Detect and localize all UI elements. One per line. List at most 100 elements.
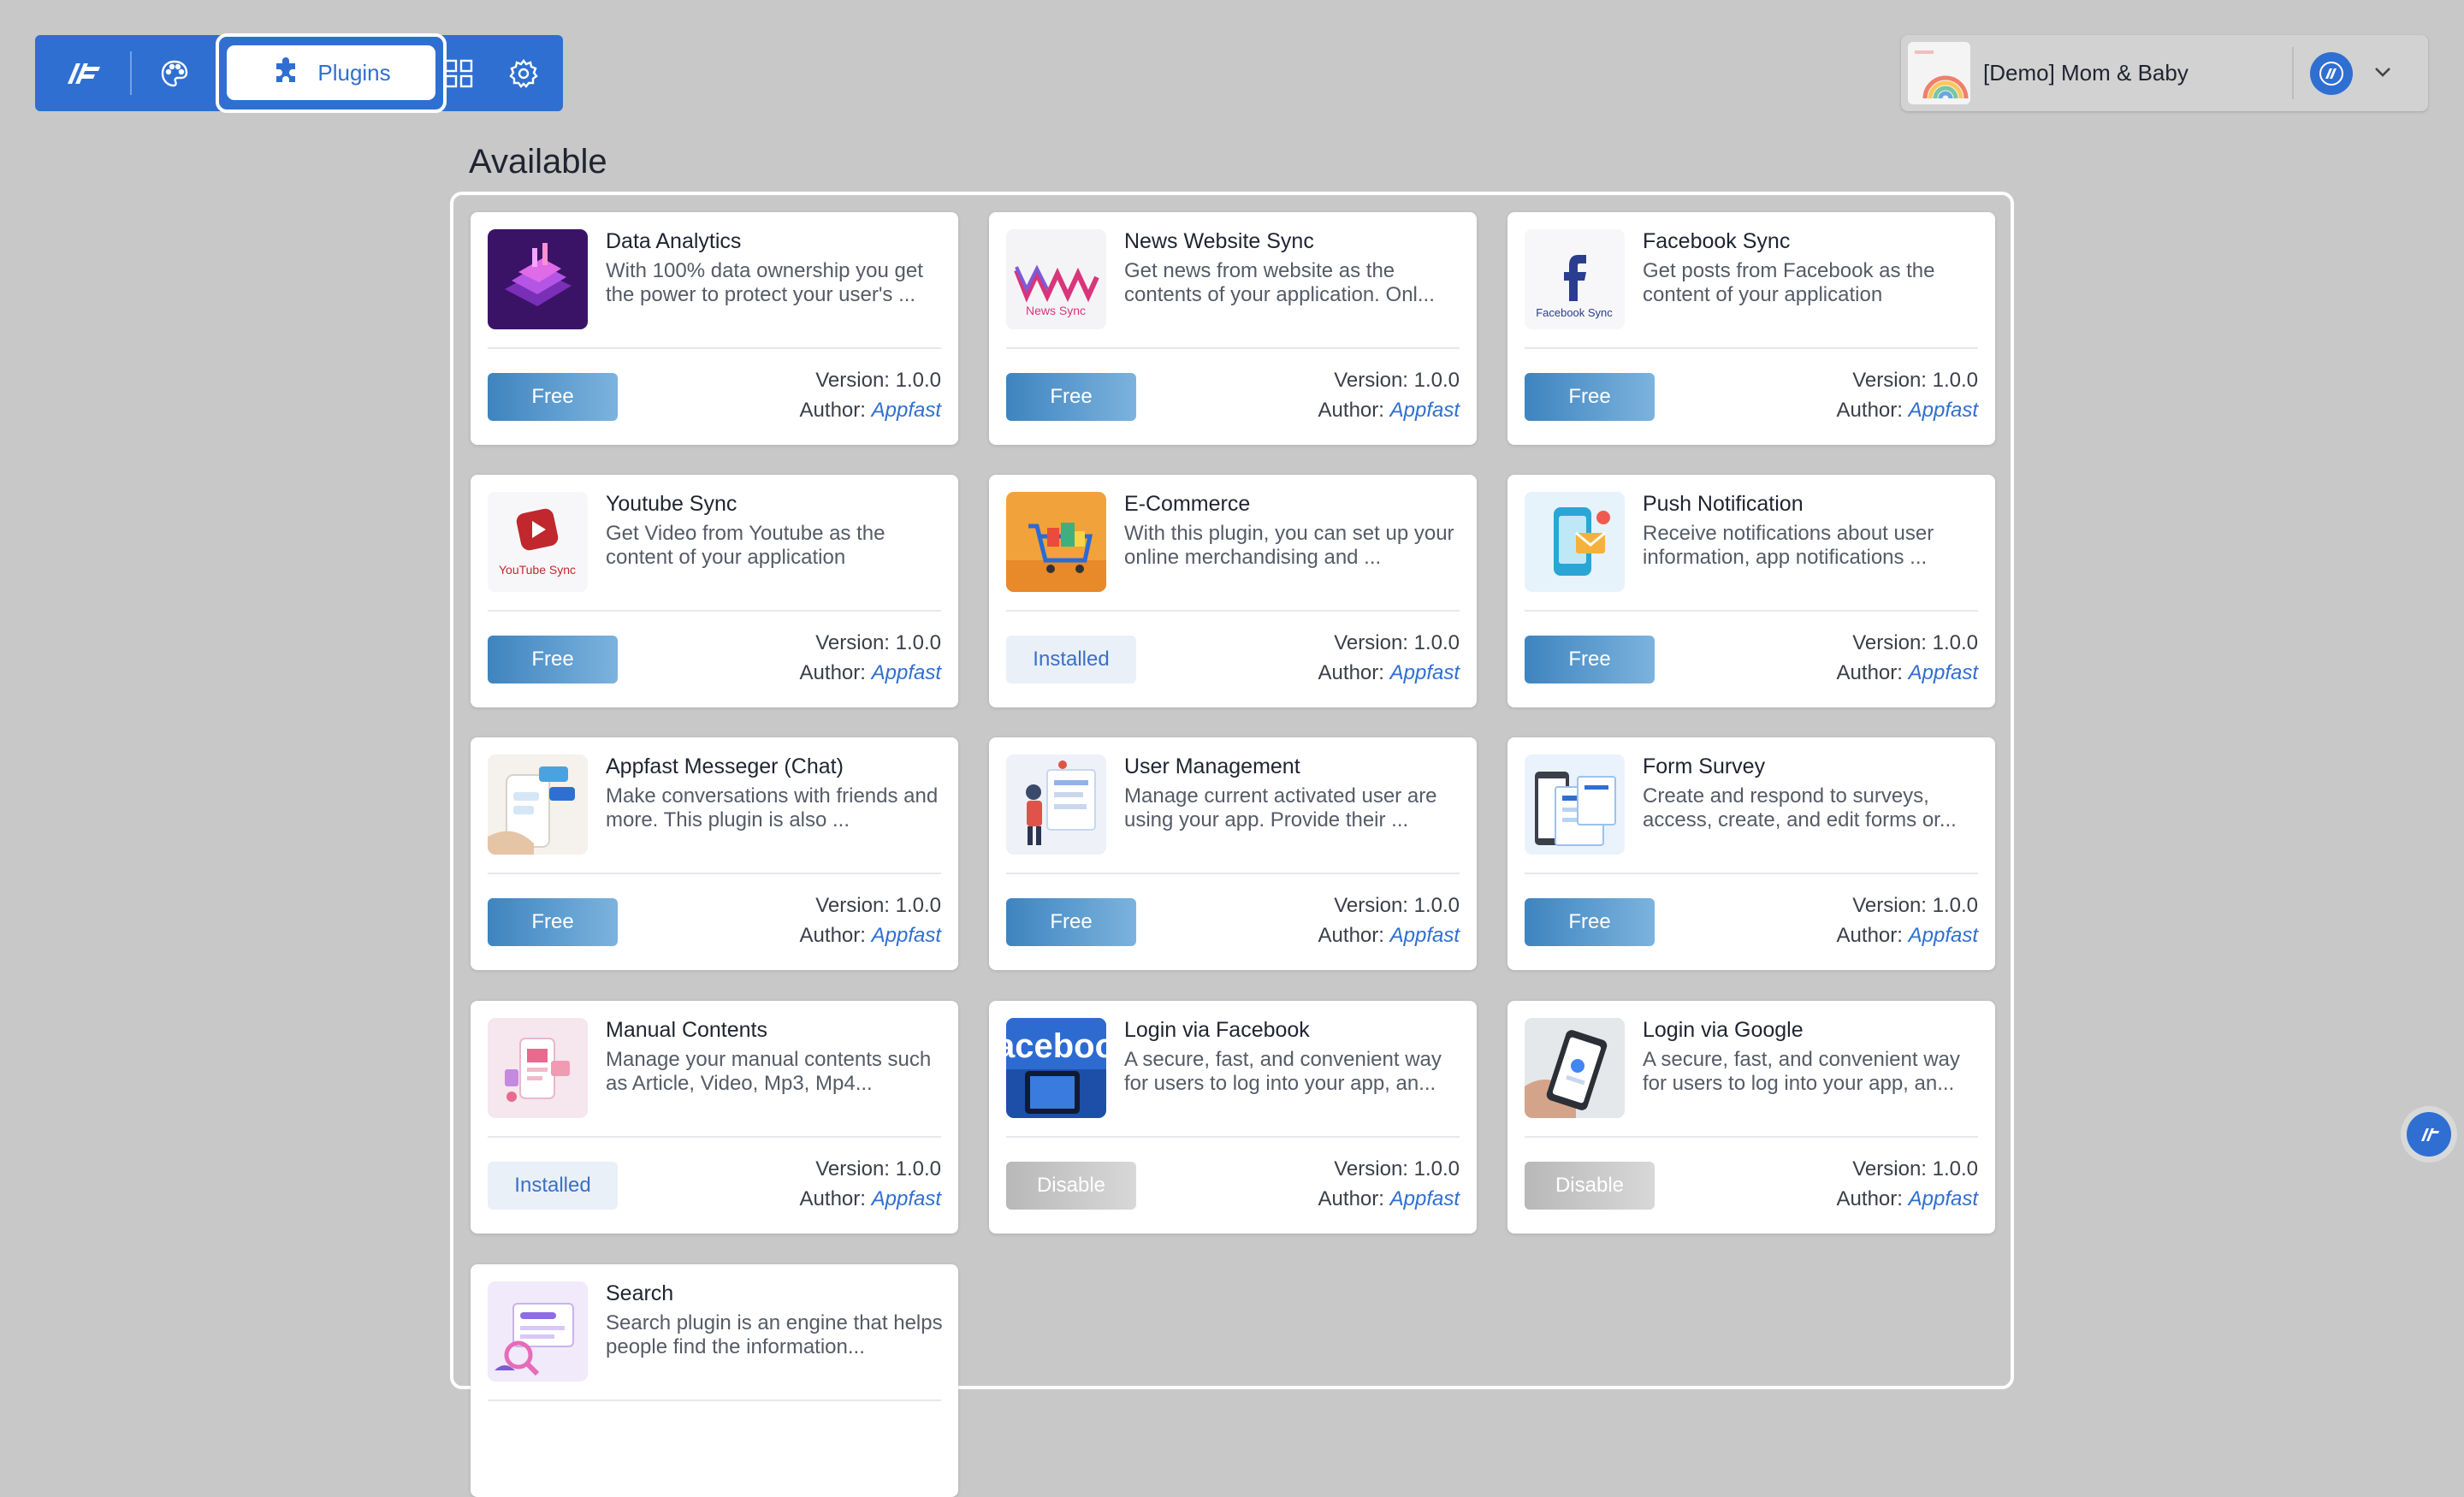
card-divider xyxy=(1525,347,1978,349)
author-link[interactable]: Appfast xyxy=(1390,399,1460,422)
author-link[interactable]: Appfast xyxy=(872,924,941,947)
author-label: Author: xyxy=(1318,399,1384,422)
plugin-author: Author: Appfast xyxy=(1318,924,1460,948)
palette-icon[interactable] xyxy=(146,35,203,111)
plugins-tab-label: Plugins xyxy=(317,59,391,86)
plugin-version: Version: 1.0.0 xyxy=(1334,631,1460,654)
author-label: Author: xyxy=(799,399,866,422)
author-link[interactable]: Appfast xyxy=(872,399,941,422)
plugin-action-button[interactable]: Free xyxy=(488,636,618,683)
plugin-description: Manage current activated user are using … xyxy=(1124,784,1437,831)
plugin-card[interactable]: Login via Google A secure, fast, and conv… xyxy=(1507,1001,1995,1234)
plugin-card[interactable]: Search Search plugin is an engine that he… xyxy=(471,1264,958,1497)
plugin-version: Version: 1.0.0 xyxy=(815,369,941,392)
plugin-author: Author: Appfast xyxy=(1318,1187,1460,1211)
plugin-title: Facebook Sync xyxy=(1643,229,1791,253)
plugin-action-button[interactable]: Free xyxy=(1525,898,1655,946)
plugin-title: Login via Google xyxy=(1643,1018,1804,1042)
avatar[interactable] xyxy=(2310,52,2353,95)
plugin-card[interactable]: Facebook Sync Facebook Sync Get posts from… xyxy=(1507,212,1995,445)
news-sync-icon: News Sync xyxy=(1006,229,1106,329)
plugin-card[interactable]: News Sync News Website Sync Get news from … xyxy=(989,212,1477,445)
plugin-card[interactable]: aceboo Login via Facebook A secure, fast, … xyxy=(989,1001,1477,1234)
author-link[interactable]: Appfast xyxy=(1909,924,1978,947)
push-notification-icon xyxy=(1525,492,1625,592)
toolbar-divider xyxy=(130,51,132,95)
plugin-title: News Website Sync xyxy=(1124,229,1314,253)
author-link[interactable]: Appfast xyxy=(872,661,941,684)
help-chat-button[interactable] xyxy=(2401,1106,2457,1163)
facebook-sync-icon: Facebook Sync xyxy=(1525,229,1625,329)
plugin-version: Version: 1.0.0 xyxy=(1852,894,1978,917)
author-link[interactable]: Appfast xyxy=(1390,661,1460,684)
plugin-action-button[interactable]: Free xyxy=(1525,373,1655,421)
plugin-title: Manual Contents xyxy=(606,1018,768,1042)
plugin-card[interactable]: Form Survey Create and respond to surveys… xyxy=(1507,737,1995,970)
card-divider xyxy=(1006,610,1460,612)
plugin-title: User Management xyxy=(1124,754,1300,778)
plugin-description: Get news from website as the contents of… xyxy=(1124,259,1435,306)
card-divider xyxy=(488,1399,941,1401)
author-label: Author: xyxy=(1836,924,1903,947)
plugin-author: Author: Appfast xyxy=(1318,399,1460,423)
plugin-action-button[interactable]: Installed xyxy=(1006,636,1136,683)
plugin-description: Get Video from Youtube as the content of… xyxy=(606,522,886,569)
facebook-login-icon: aceboo xyxy=(1006,1018,1106,1118)
google-login-icon xyxy=(1525,1018,1625,1118)
plugin-card[interactable]: Push Notification Receive notifications a… xyxy=(1507,475,1995,707)
card-divider xyxy=(488,610,941,612)
plugin-card[interactable]: User Management Manage current activated … xyxy=(989,737,1477,970)
plugin-description: A secure, fast, and convenient way for u… xyxy=(1124,1048,1442,1095)
svg-text:Facebook Sync: Facebook Sync xyxy=(1536,306,1613,319)
author-link[interactable]: Appfast xyxy=(1390,924,1460,947)
plugin-description: Manage your manual contents such as Arti… xyxy=(606,1048,932,1095)
plugin-card[interactable]: E-Commerce With this plugin, you can set … xyxy=(989,475,1477,707)
plugin-version: Version: 1.0.0 xyxy=(1334,369,1460,392)
plugin-version: Version: 1.0.0 xyxy=(815,894,941,917)
youtube-sync-icon: YouTube Sync xyxy=(488,492,588,592)
author-link[interactable]: Appfast xyxy=(1390,1187,1460,1210)
plugin-version: Version: 1.0.0 xyxy=(1852,1157,1978,1180)
project-selector[interactable]: [Demo] Mom & Baby xyxy=(1901,35,2428,111)
card-divider xyxy=(1006,873,1460,874)
card-divider xyxy=(488,1136,941,1138)
gear-icon[interactable] xyxy=(494,35,554,111)
plugin-version: Version: 1.0.0 xyxy=(1852,631,1978,654)
plugin-card[interactable]: Manual Contents Manage your manual conten… xyxy=(471,1001,958,1234)
chevron-down-icon[interactable] xyxy=(2370,59,2396,85)
author-link[interactable]: Appfast xyxy=(1909,1187,1978,1210)
author-label: Author: xyxy=(799,1187,866,1210)
project-thumbnail xyxy=(1908,42,1970,104)
plugins-tab[interactable]: Plugins xyxy=(227,45,435,100)
plugin-action-button[interactable]: Free xyxy=(1006,373,1136,421)
plugin-action-button[interactable]: Free xyxy=(488,373,618,421)
author-link[interactable]: Appfast xyxy=(872,1187,941,1210)
plugin-title: Login via Facebook xyxy=(1124,1018,1310,1042)
author-label: Author: xyxy=(1318,924,1384,947)
plugin-card[interactable]: Data Analytics With 100% data ownership y… xyxy=(471,212,958,445)
plugin-author: Author: Appfast xyxy=(800,661,941,685)
project-name: [Demo] Mom & Baby xyxy=(1983,60,2189,86)
appfast-logo-icon[interactable] xyxy=(54,35,112,111)
plugin-version: Version: 1.0.0 xyxy=(1852,369,1978,392)
plugin-description: Search plugin is an engine that helps pe… xyxy=(606,1311,943,1358)
plugin-card[interactable]: Appfast Messeger (Chat) Make conversation… xyxy=(471,737,958,970)
plugin-version: Version: 1.0.0 xyxy=(815,631,941,654)
plugin-action-button[interactable]: Free xyxy=(488,898,618,946)
author-link[interactable]: Appfast xyxy=(1909,399,1978,422)
form-survey-icon xyxy=(1525,754,1625,855)
plugin-description: A secure, fast, and convenient way for u… xyxy=(1643,1048,1960,1095)
card-divider xyxy=(488,873,941,874)
plugin-title: Data Analytics xyxy=(606,229,742,253)
appfast-chat-icon xyxy=(2407,1112,2451,1157)
plugin-author: Author: Appfast xyxy=(1837,1187,1978,1211)
plugin-action-button[interactable]: Free xyxy=(1006,898,1136,946)
plugin-action-button[interactable]: Installed xyxy=(488,1162,618,1210)
project-divider xyxy=(2292,47,2294,99)
plugin-card[interactable]: YouTube Sync Youtube Sync Get Video from Y… xyxy=(471,475,958,707)
plugin-author: Author: Appfast xyxy=(800,924,941,948)
grid-icon[interactable] xyxy=(429,35,489,111)
plugin-action-button[interactable]: Free xyxy=(1525,636,1655,683)
author-link[interactable]: Appfast xyxy=(1909,661,1978,684)
plugin-title: Search xyxy=(606,1281,674,1305)
